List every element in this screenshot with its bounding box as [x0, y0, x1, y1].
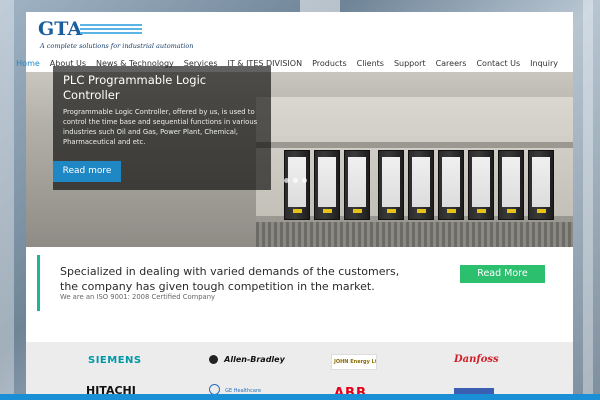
client-label: Allen-Bradley: [224, 355, 285, 364]
tagline: A complete solutions for industrial auto…: [40, 42, 194, 50]
hero-read-more-button[interactable]: Read more: [53, 161, 121, 182]
nav-inquiry[interactable]: Inquiry: [525, 59, 563, 68]
page-container: GTA A complete solutions for industrial …: [16, 12, 573, 400]
nav-careers[interactable]: Careers: [431, 59, 472, 68]
nav-products[interactable]: Products: [307, 59, 352, 68]
plc-module: [528, 150, 554, 220]
bottom-band: [0, 394, 600, 400]
nav-contact-us[interactable]: Contact Us: [471, 59, 525, 68]
slider-dot[interactable]: [293, 178, 298, 183]
plc-module-tag: [477, 209, 486, 213]
nav-clients[interactable]: Clients: [352, 59, 389, 68]
plc-module-tag: [323, 209, 332, 213]
plc-module-tag: [387, 209, 396, 213]
plc-module: [408, 150, 434, 220]
plc-module-faceplate: [442, 157, 460, 207]
nav-home[interactable]: Home: [11, 59, 45, 68]
plc-module-tag: [417, 209, 426, 213]
client-logo-danfoss[interactable]: Danfoss: [454, 354, 499, 365]
plc-module-tag: [353, 209, 362, 213]
plc-module: [378, 150, 404, 220]
plc-module-tag: [537, 209, 546, 213]
plc-module-faceplate: [382, 157, 400, 207]
plc-module-faceplate: [532, 157, 550, 207]
clients-strip: SIEMENS Allen-Bradley JOHN Energy Ltd. D…: [26, 342, 573, 400]
client-logo-john-energy[interactable]: JOHN Energy Ltd.: [331, 354, 377, 370]
plc-module: [344, 150, 370, 220]
background-pipe: [583, 0, 593, 400]
client-logo-allen-bradley[interactable]: Allen-Bradley: [209, 355, 285, 365]
plc-module: [498, 150, 524, 220]
callout-subtext: We are an ISO 9001: 2008 Certified Compa…: [60, 293, 216, 301]
intro-callout: Specialized in dealing with varied deman…: [37, 255, 562, 311]
logo-stripes-icon: [80, 24, 142, 38]
plc-module: [284, 150, 310, 220]
client-label: JOHN Energy Ltd.: [334, 359, 377, 365]
plc-module-tag: [293, 209, 302, 213]
plc-module: [468, 150, 494, 220]
plc-module-faceplate: [502, 157, 520, 207]
hero-title: PLC Programmable Logic Controller: [63, 73, 207, 102]
hero-image-rail: [256, 142, 573, 148]
nav-support[interactable]: Support: [389, 59, 431, 68]
slider-dot[interactable]: [302, 178, 307, 183]
callout-read-more-button[interactable]: Read More: [460, 265, 545, 283]
callout-headline: Specialized in dealing with varied deman…: [60, 265, 400, 293]
plc-module-faceplate: [412, 157, 430, 207]
background-pipe: [300, 0, 340, 12]
allen-bradley-icon: [209, 355, 218, 364]
slider-dot[interactable]: [284, 178, 289, 183]
slider-pagination: [284, 178, 307, 183]
hero-description: Programmable Logic Controller, offered b…: [63, 108, 258, 146]
plc-module-tag: [507, 209, 516, 213]
plc-module-faceplate: [472, 157, 490, 207]
plc-module-faceplate: [318, 157, 336, 207]
logo-text: GTA: [38, 18, 83, 40]
hero-image-cables: [256, 222, 573, 247]
plc-module-tag: [447, 209, 456, 213]
plc-module-faceplate: [348, 157, 366, 207]
plc-module: [314, 150, 340, 220]
client-logo-siemens[interactable]: SIEMENS: [88, 355, 142, 366]
plc-module: [438, 150, 464, 220]
site-header: GTA A complete solutions for industrial …: [16, 12, 573, 72]
